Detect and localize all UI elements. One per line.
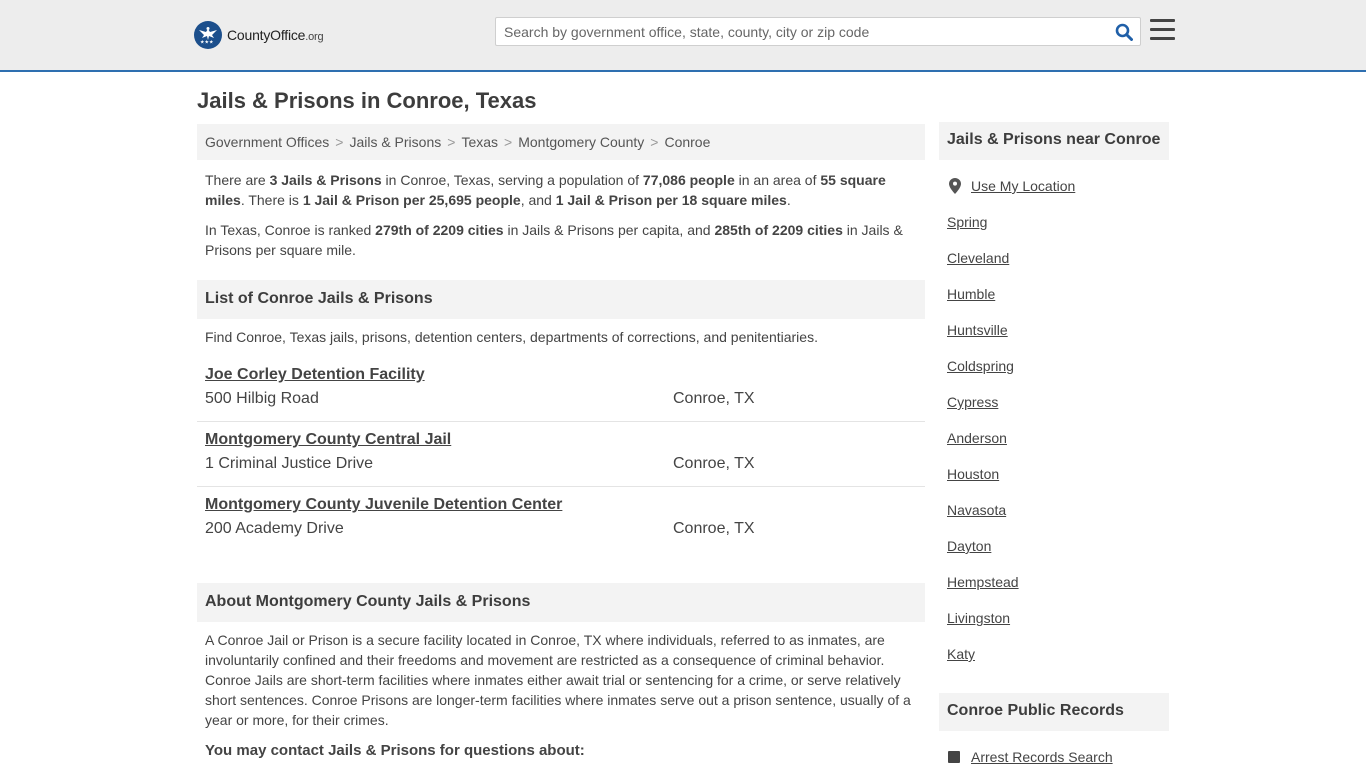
svg-text:★★★: ★★★	[200, 40, 214, 45]
nearby-city-link[interactable]: Livingston	[947, 610, 1010, 626]
breadcrumb-link[interactable]: Government Offices	[205, 134, 329, 150]
breadcrumb-link[interactable]: Montgomery County	[518, 134, 644, 150]
facility-name-link[interactable]: Montgomery County Central Jail	[205, 431, 451, 449]
facility-address: 500 Hilbig Road	[205, 390, 319, 407]
eagle-seal-icon: ★★★	[194, 21, 222, 49]
about-section-body: A Conroe Jail or Prison is a secure faci…	[205, 632, 911, 728]
list-section-description: Find Conroe, Texas jails, prisons, deten…	[205, 329, 818, 345]
intro-ranking: In Texas, Conroe is ranked 279th of 2209…	[205, 220, 917, 260]
text-run: There are	[205, 172, 270, 188]
text-run: .	[786, 192, 791, 208]
about-section-heading: About Montgomery County Jails & Prisons	[197, 583, 925, 622]
nearby-city-link[interactable]: Anderson	[947, 430, 1007, 446]
search-input[interactable]	[496, 18, 1108, 45]
nearby-city-link[interactable]: Dayton	[947, 538, 991, 554]
breadcrumb-separator: >	[504, 134, 513, 150]
public-records-heading: Conroe Public Records	[939, 693, 1169, 731]
facility-address: 200 Academy Drive	[205, 520, 344, 537]
nearby-city-link[interactable]: Cleveland	[947, 250, 1009, 266]
highlight-stat: 1 Jail & Prison per 25,695 people	[302, 192, 521, 208]
use-location-row: Use My Location	[947, 178, 1075, 194]
highlight-stat: 285th of 2209 cities	[714, 222, 843, 238]
highlight-stat: 279th of 2209 cities	[375, 222, 504, 238]
map-pin-icon	[949, 178, 961, 194]
search-bar	[495, 17, 1141, 46]
text-run: in Jails & Prisons per capita, and	[503, 222, 715, 238]
breadcrumb-separator: >	[447, 134, 456, 150]
contact-heading: You may contact Jails & Prisons for ques…	[205, 742, 585, 759]
nearby-heading: Jails & Prisons near Conroe	[939, 122, 1169, 160]
text-run: , and	[520, 192, 556, 208]
arrest-records-link[interactable]: Arrest Records Search	[971, 749, 1113, 765]
hamburger-menu-icon[interactable]	[1149, 19, 1176, 43]
nearby-city-link[interactable]: Houston	[947, 466, 999, 482]
facility-city: Conroe, TX	[673, 455, 755, 472]
search-icon	[1115, 23, 1133, 41]
highlight-stat: 1 Jail & Prison per 18 square miles	[555, 192, 787, 208]
nearby-city-link[interactable]: Katy	[947, 646, 975, 662]
highlight-stat: 77,086 people	[642, 172, 735, 188]
page-title: Jails & Prisons in Conroe, Texas	[197, 88, 537, 113]
nearby-city-link[interactable]: Coldspring	[947, 358, 1014, 374]
search-button[interactable]	[1108, 18, 1140, 45]
list-section-heading: List of Conroe Jails & Prisons	[197, 280, 925, 319]
logo-wordmark: CountyOffice.org	[227, 27, 324, 43]
text-run: . There is	[240, 192, 303, 208]
listing-divider	[197, 486, 925, 487]
facility-listing: Montgomery County Juvenile Detention Cen…	[205, 496, 925, 537]
facility-listing: Joe Corley Detention Facility 500 Hilbig…	[205, 366, 925, 407]
facility-city: Conroe, TX	[673, 520, 755, 537]
square-bullet-icon	[948, 751, 960, 763]
site-header: ★★★ CountyOffice.org	[0, 0, 1366, 72]
breadcrumb: Government Offices > Jails & Prisons > Texas…	[197, 124, 925, 160]
breadcrumb-separator: >	[335, 134, 344, 150]
facility-name-link[interactable]: Joe Corley Detention Facility	[205, 366, 425, 384]
nearby-city-link[interactable]: Spring	[947, 214, 987, 230]
nearby-city-link[interactable]: Humble	[947, 286, 995, 302]
intro-summary: There are 3 Jails & Prisons in Conroe, T…	[205, 170, 917, 210]
breadcrumb-link[interactable]: Texas	[461, 134, 498, 150]
arrest-records-row: Arrest Records Search	[947, 749, 1113, 765]
text-run: in Conroe, Texas, serving a population o…	[381, 172, 643, 188]
facility-address: 1 Criminal Justice Drive	[205, 455, 374, 472]
facility-name-link[interactable]: Montgomery County Juvenile Detention Cen…	[205, 496, 562, 514]
nearby-city-link[interactable]: Navasota	[947, 502, 1006, 518]
use-location-link[interactable]: Use My Location	[971, 178, 1075, 194]
facility-listing: Montgomery County Central Jail 1 Crimina…	[205, 431, 925, 472]
highlight-stat: 3 Jails & Prisons	[269, 172, 382, 188]
listing-divider	[197, 421, 925, 422]
nearby-city-link[interactable]: Hempstead	[947, 574, 1019, 590]
site-logo[interactable]: ★★★ CountyOffice.org	[194, 21, 324, 49]
nearby-city-link[interactable]: Huntsville	[947, 322, 1008, 338]
breadcrumb-link[interactable]: Conroe	[664, 134, 710, 150]
text-run: in an area of	[734, 172, 821, 188]
nearby-city-link[interactable]: Cypress	[947, 394, 998, 410]
breadcrumb-separator: >	[650, 134, 659, 150]
facility-city: Conroe, TX	[673, 390, 755, 407]
text-run: In Texas, Conroe is ranked	[205, 222, 376, 238]
breadcrumb-link[interactable]: Jails & Prisons	[349, 134, 441, 150]
